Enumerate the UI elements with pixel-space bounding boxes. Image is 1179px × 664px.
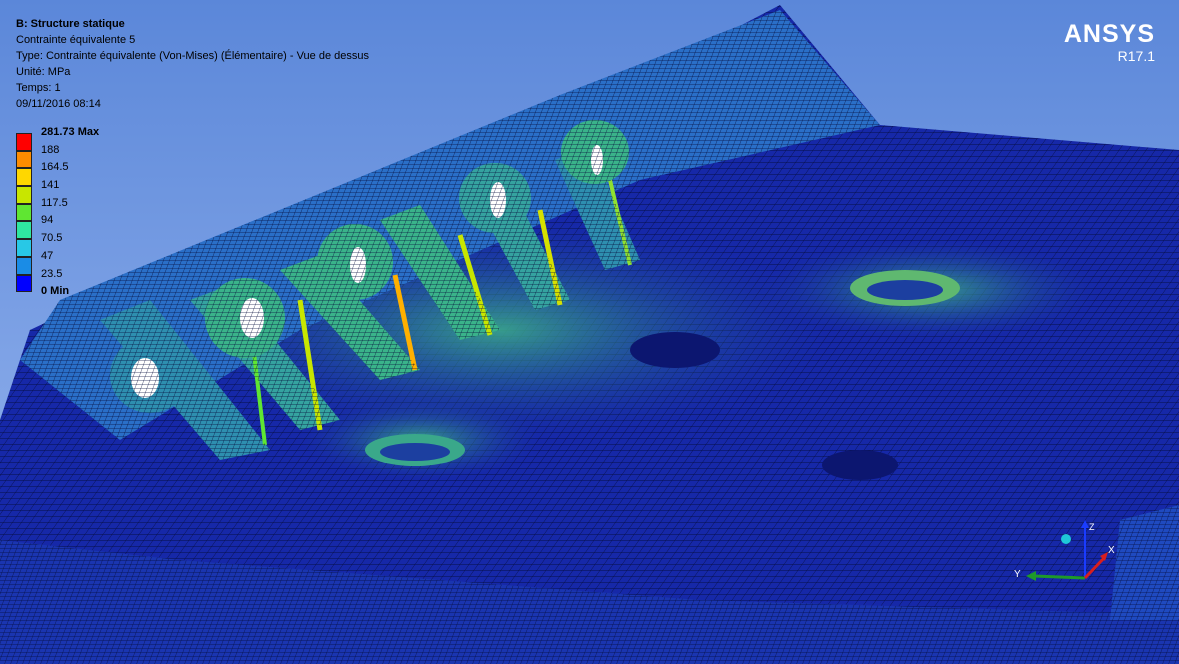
legend-tick-label: 117.5: [41, 196, 68, 209]
result-type: Type: Contrainte équivalente (Von-Mises)…: [16, 50, 369, 62]
result-name: Contrainte équivalente 5: [16, 34, 136, 46]
iso-ball-icon[interactable]: [1061, 534, 1071, 544]
legend-min-label: 0 Min: [41, 284, 70, 297]
legend-color-swatch: [16, 239, 32, 257]
result-date: 09/11/2016 08:14: [16, 98, 101, 110]
legend-color-swatch: [16, 186, 32, 204]
legend-tick-label: 47: [41, 249, 54, 262]
legend-color-swatch: [16, 150, 32, 169]
legend-tick-label: 23.5: [41, 267, 63, 280]
graphics-viewport[interactable]: B: Structure statique Contrainte équival…: [0, 0, 1179, 664]
legend-tick-label: 141: [41, 179, 60, 192]
legend-max-label: 281.73 Max: [41, 126, 100, 138]
legend-color-swatch: [16, 274, 32, 293]
x-axis-label: X: [1108, 545, 1115, 556]
legend-color-swatch: [16, 203, 32, 222]
legend-color-swatch: [16, 168, 32, 187]
brand-version: R17.1: [1117, 48, 1155, 64]
result-unit: Unité: MPa: [16, 66, 71, 78]
z-axis-label: Z: [1089, 522, 1095, 532]
legend-tick-label: 164.5: [41, 161, 69, 174]
brand-name: ANSYS: [1063, 20, 1155, 48]
legend-tick-label: 70.5: [41, 232, 63, 245]
y-axis-arrow-icon: [1026, 571, 1036, 581]
x-axis-line: [1083, 556, 1106, 580]
legend-color-swatch: [16, 256, 32, 275]
analysis-title: B: Structure statique: [16, 18, 125, 30]
ansys-logo: ANSYS R17.1: [1064, 20, 1155, 64]
axis-triad[interactable]: Y X Z: [1000, 520, 1130, 600]
result-info-panel: B: Structure statique Contrainte équival…: [16, 16, 369, 112]
y-axis-line: [1033, 574, 1086, 580]
legend-tick-label: 188: [41, 143, 60, 156]
result-time: Temps: 1: [16, 82, 61, 94]
z-axis-arrow-icon: [1081, 520, 1089, 528]
legend-tick-label: 94: [41, 214, 54, 227]
y-axis-label: Y: [1014, 569, 1021, 580]
legend-color-swatch: [16, 221, 32, 240]
legend-color-swatch: [16, 133, 32, 151]
